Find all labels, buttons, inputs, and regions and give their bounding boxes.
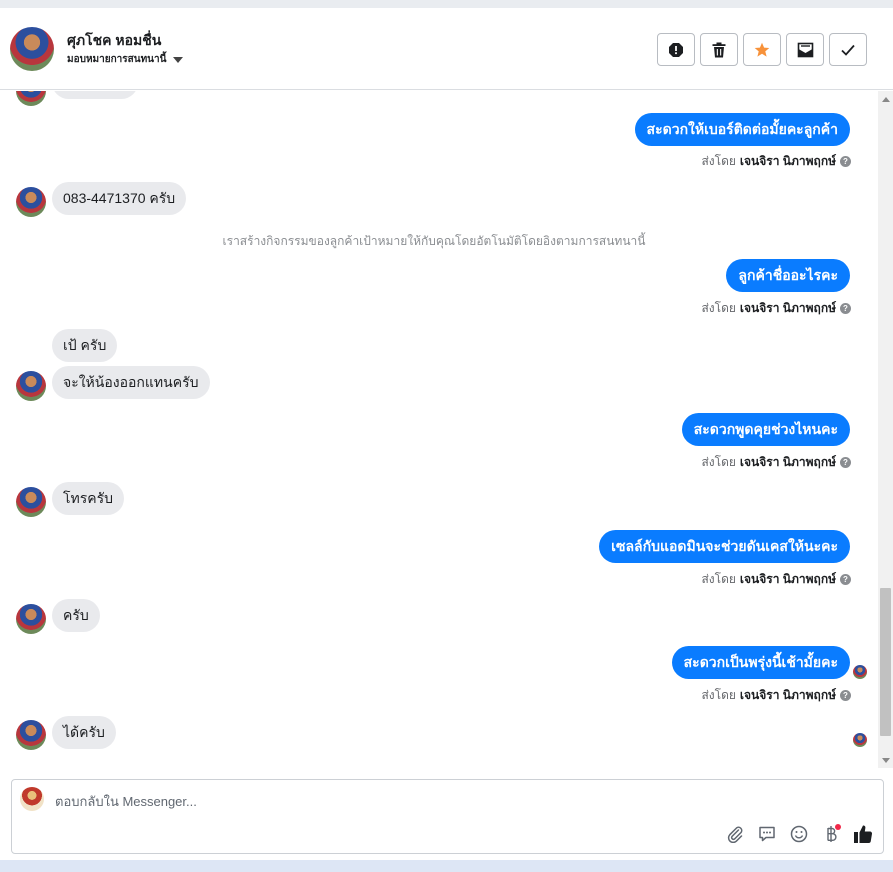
reply-composer — [11, 779, 884, 854]
scroll-up-arrow-icon[interactable] — [882, 97, 890, 102]
mark-unread-button[interactable] — [786, 33, 824, 66]
outgoing-message-bubble: สะดวกให้เบอร์ติดต่อมั้ยคะลูกค้า — [634, 113, 850, 146]
seen-receipt-avatar — [853, 733, 867, 747]
contact-avatar-small — [16, 187, 46, 217]
incoming-message-bubble: 083-4471370 ครับ — [52, 182, 187, 215]
incoming-message-bubble: ได้ครับ — [52, 716, 116, 749]
sent-by-prefix: ส่งโดย — [701, 572, 736, 586]
assign-conversation-dropdown[interactable]: มอบหมายการสนทนานี้ — [67, 52, 184, 67]
sent-by-label: ส่งโดย เจนจิรา นิภาพฤกษ์ ? — [701, 453, 851, 472]
scrollbar-thumb[interactable] — [880, 588, 891, 736]
incoming-message-bubble: เป้ ครับ — [52, 329, 118, 362]
emoji-button[interactable] — [788, 823, 810, 845]
help-icon[interactable]: ? — [840, 574, 851, 585]
incoming-message-bubble: โทรครับ — [52, 482, 125, 515]
sent-by-prefix: ส่งโดย — [701, 301, 736, 315]
outgoing-message-bubble: ลูกค้าชื่ออะไรคะ — [726, 259, 850, 292]
saved-reply-button[interactable] — [756, 823, 778, 845]
agent-name: เจนจิรา นิภาพฤกษ์ — [739, 688, 836, 702]
saved-reply-icon — [759, 826, 775, 842]
envelope-icon — [797, 42, 813, 57]
agent-name: เจนจิรา นิภาพฤกษ์ — [739, 154, 836, 168]
help-icon[interactable]: ? — [840, 457, 851, 468]
assign-label: มอบหมายการสนทนานี้ — [67, 54, 167, 65]
sent-by-label: ส่งโดย เจนจิรา นิภาพฤกษ์ ? — [701, 152, 851, 171]
sent-by-prefix: ส่งโดย — [701, 455, 736, 469]
contact-avatar-small — [16, 487, 46, 517]
agent-name: เจนจิรา นิภาพฤกษ์ — [739, 301, 836, 315]
outgoing-message-bubble: สะดวกเป็นพรุ่งนี้เช้ามั้ยคะ — [671, 646, 850, 679]
spam-button[interactable] — [657, 33, 695, 66]
checkmark-icon — [841, 44, 855, 56]
contact-avatar-small — [16, 604, 46, 634]
emoji-icon — [790, 825, 808, 843]
sent-by-prefix: ส่งโดย — [701, 154, 736, 168]
notification-dot — [835, 824, 841, 830]
scroll-down-arrow-icon[interactable] — [882, 758, 890, 763]
conversation-header: ศุภโชค หอมชื่น มอบหมายการสนทนานี้ — [0, 8, 893, 90]
incoming-message-bubble — [52, 91, 138, 99]
contact-avatar-small — [16, 91, 46, 106]
help-icon[interactable]: ? — [840, 156, 851, 167]
system-activity-note: เราสร้างกิจกรรมของลูกค้าเป้าหมายให้กับคุ… — [222, 234, 646, 248]
contact-name[interactable]: ศุภโชค หอมชื่น — [67, 30, 161, 52]
reply-input[interactable] — [55, 792, 655, 810]
sent-by-prefix: ส่งโดย — [701, 688, 736, 702]
attach-button[interactable] — [724, 823, 746, 845]
alert-octagon-icon — [669, 42, 683, 57]
agent-name: เจนจิรา นิภาพฤกษ์ — [739, 455, 836, 469]
help-icon[interactable]: ? — [840, 303, 851, 314]
message-thread: สะดวกให้เบอร์ติดต่อมั้ยคะลูกค้า ส่งโดย เ… — [0, 91, 878, 768]
incoming-message-bubble: ครับ — [52, 599, 100, 632]
contact-avatar-small — [16, 371, 46, 401]
sent-by-label: ส่งโดย เจนจิรา นิภาพฤกษ์ ? — [701, 299, 851, 318]
thumbs-up-button[interactable] — [852, 823, 874, 845]
seen-receipt-avatar — [853, 665, 867, 679]
window-bottom-strip — [0, 860, 893, 872]
help-icon[interactable]: ? — [840, 690, 851, 701]
sent-by-label: ส่งโดย เจนจิรา นิภาพฤกษ์ ? — [701, 686, 851, 705]
outgoing-message-bubble: สะดวกพูดคุยช่วงไหนคะ — [681, 413, 850, 446]
sent-by-label: ส่งโดย เจนจิรา นิภาพฤกษ์ ? — [701, 570, 851, 589]
page-avatar — [20, 787, 44, 811]
star-button[interactable] — [743, 33, 781, 66]
chevron-down-icon — [173, 56, 184, 63]
thumbs-up-icon — [854, 825, 873, 843]
conversation-panel: ศุภโชค หอมชื่น มอบหมายการสนทนานี้ สะดวกใ… — [0, 8, 893, 860]
contact-avatar[interactable] — [10, 27, 54, 71]
mark-done-button[interactable] — [829, 33, 867, 66]
contact-avatar-small — [16, 720, 46, 750]
agent-name: เจนจิรา นิภาพฤกษ์ — [739, 572, 836, 586]
payment-button[interactable] — [820, 823, 842, 845]
incoming-message-bubble: จะให้น้องออกแทนครับ — [52, 366, 210, 399]
window-top-strip — [0, 0, 893, 8]
delete-button[interactable] — [700, 33, 738, 66]
attach-icon — [727, 826, 743, 843]
outgoing-message-bubble: เซลล์กับแอดมินจะช่วยดันเคสให้นะคะ — [599, 530, 850, 563]
star-icon — [754, 42, 770, 57]
trash-icon — [712, 42, 726, 57]
